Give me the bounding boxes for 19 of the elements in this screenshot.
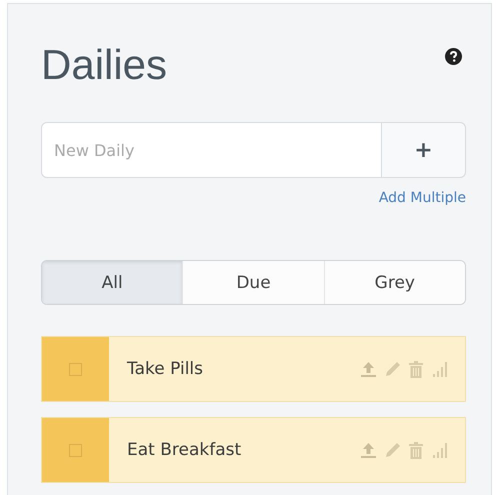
task-text: Eat Breakfast [126,440,242,460]
push-to-top-icon[interactable] [359,360,378,378]
add-multiple-link[interactable]: Add Multiple [378,190,466,206]
filter-tab[interactable]: Grey [324,261,465,304]
pencil-icon[interactable] [384,360,402,378]
trash-icon[interactable] [408,440,424,460]
push-to-top-icon[interactable] [359,442,378,458]
new-daily-field[interactable]: New Daily [41,122,381,178]
trash-icon[interactable] [408,360,424,378]
bar-chart-icon[interactable] [430,442,449,458]
panel-title: Dailies [41,40,168,90]
task-checkbox[interactable] [69,444,82,456]
task-checkbox[interactable] [69,362,82,376]
help-icon[interactable] [445,48,462,65]
pencil-icon[interactable] [384,441,402,459]
task-text: Take Pills [126,359,204,379]
add-button[interactable]: + [381,122,466,178]
filter-tab[interactable]: All [42,261,182,304]
bar-chart-icon[interactable] [430,360,449,378]
